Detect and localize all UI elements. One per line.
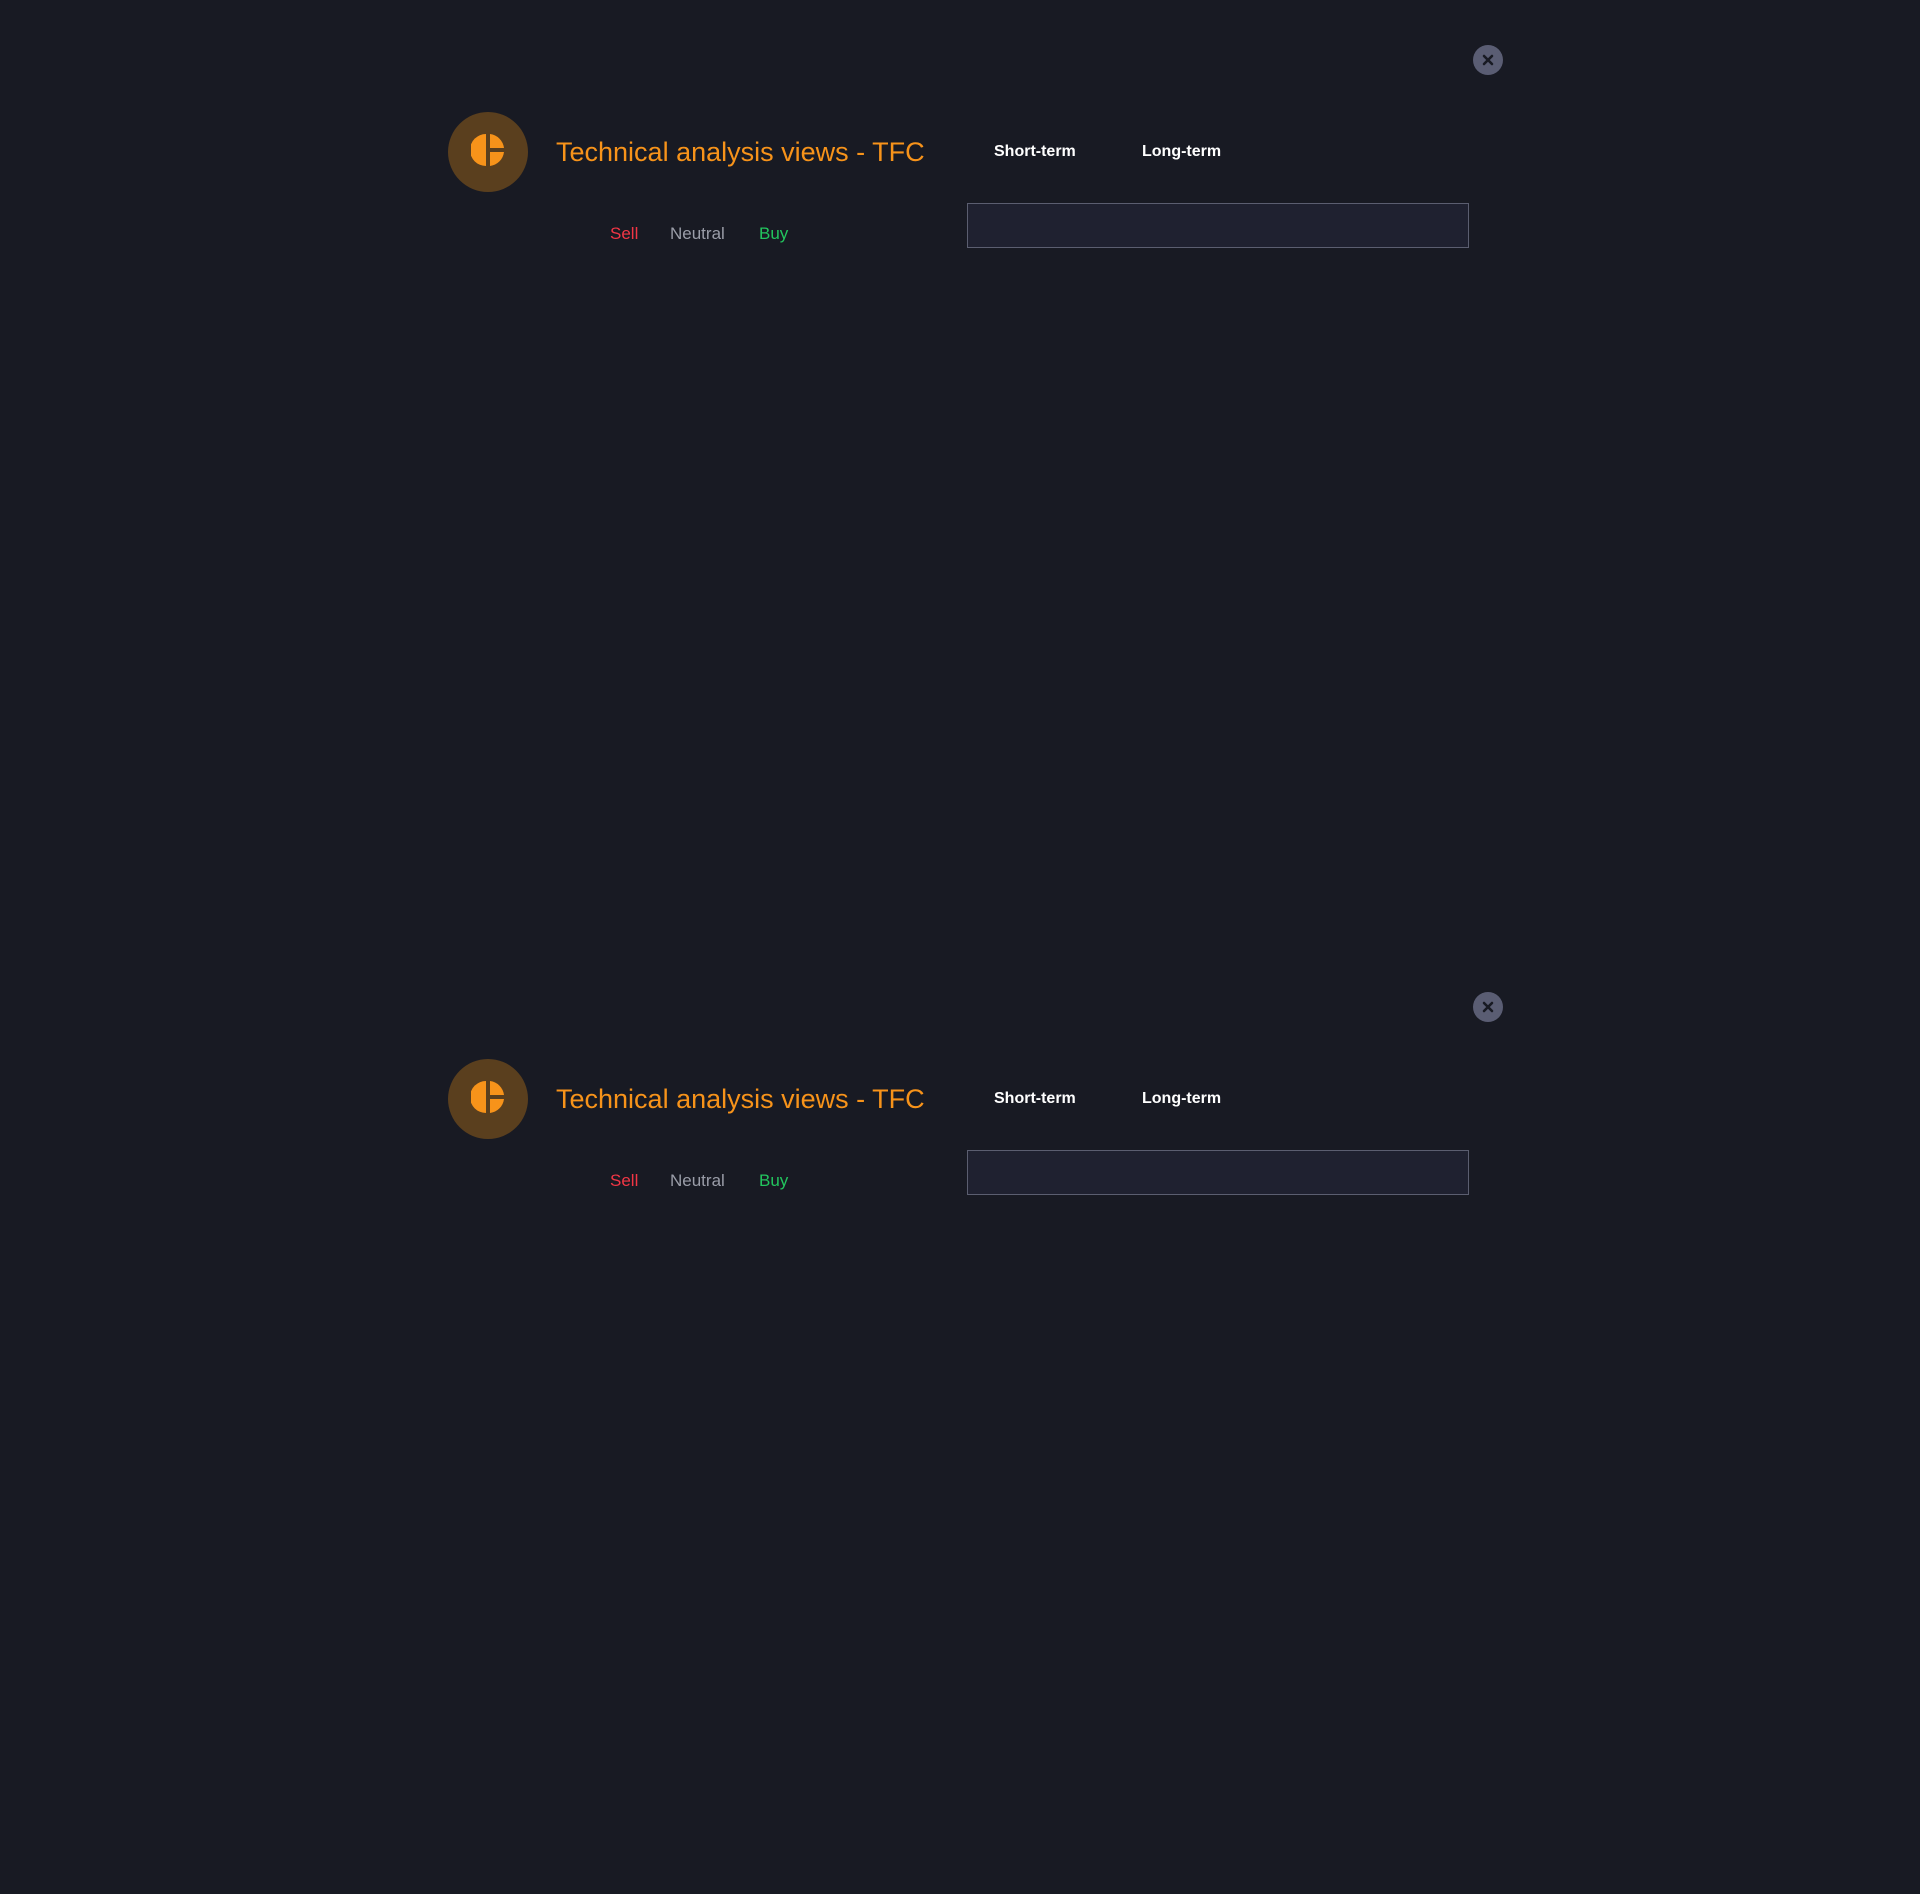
legend-buy: Buy (759, 1171, 789, 1190)
legend-neutral: Neutral (670, 1171, 725, 1190)
legend-buy: Buy (759, 224, 789, 243)
technical-analysis-panel: Technical analysis views - TFC Short-ter… (0, 0, 1920, 947)
close-button[interactable] (1473, 992, 1503, 1022)
widget-title: Technical analysis views - TFC (556, 137, 925, 167)
legend-sell: Sell (610, 1171, 639, 1190)
logo-badge (448, 112, 528, 192)
close-icon (1481, 53, 1495, 67)
technical-analysis-panel: Technical analysis views - TFC Short-ter… (0, 947, 1920, 1894)
tab-long-term[interactable]: Long-term (1142, 141, 1221, 163)
widget-title: Technical analysis views - TFC (556, 1084, 925, 1114)
tab-short-term[interactable]: Short-term (994, 141, 1076, 163)
legend-neutral: Neutral (670, 224, 725, 243)
legend-sell: Sell (610, 224, 639, 243)
tab-short-term[interactable]: Short-term (994, 1088, 1076, 1110)
pie-chart-icon (470, 1080, 505, 1119)
close-button[interactable] (1473, 45, 1503, 75)
tab-long-term[interactable]: Long-term (1142, 1088, 1221, 1110)
pie-chart-icon (470, 133, 505, 172)
logo-badge (448, 1059, 528, 1139)
analysis-content-box (967, 203, 1469, 248)
close-icon (1481, 1000, 1495, 1014)
analysis-content-box (967, 1150, 1469, 1195)
